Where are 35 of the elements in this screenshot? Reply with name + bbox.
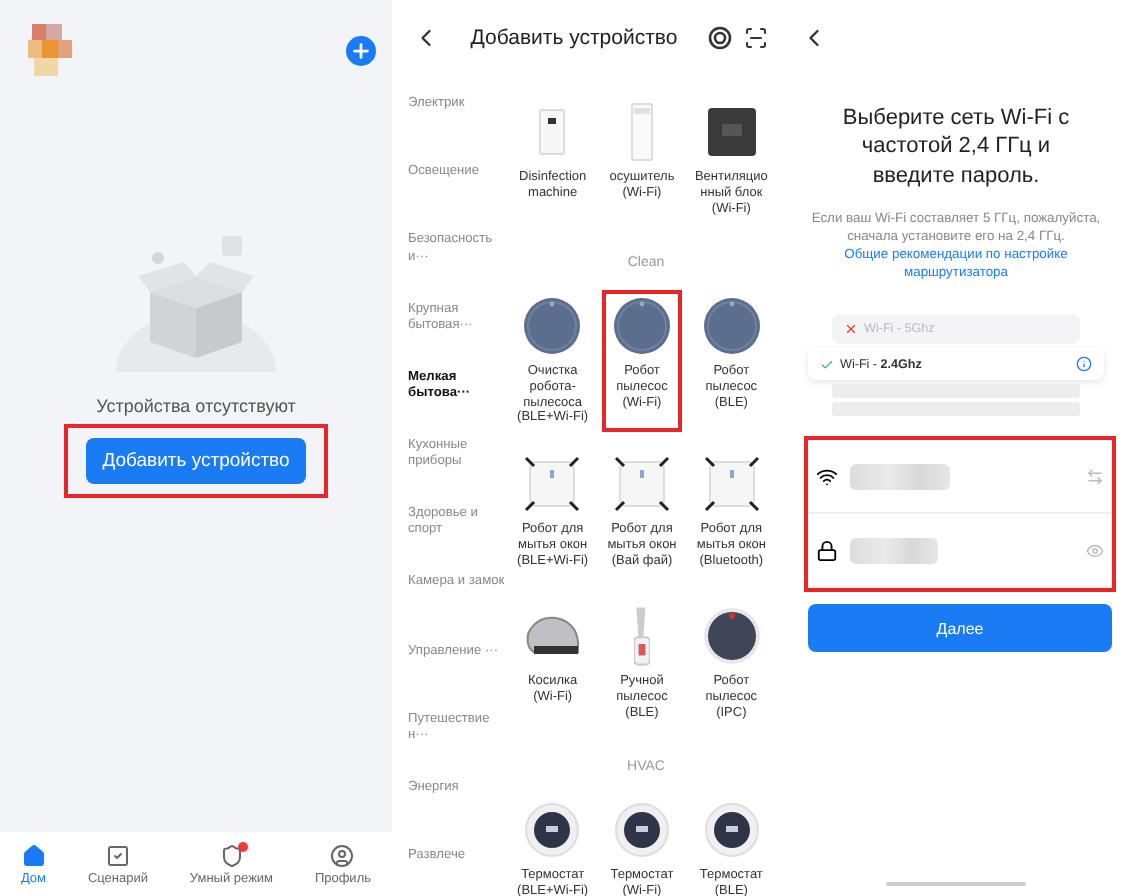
device-picture — [701, 800, 762, 861]
check-icon — [820, 357, 834, 372]
home-icon — [21, 843, 46, 867]
device-picture — [611, 296, 672, 356]
device-picture — [522, 454, 583, 515]
wifi-icon — [816, 465, 838, 488]
blurred-value — [850, 537, 938, 564]
screen-title: Выберите сеть Wi-Fi с частотой 2,4 ГГц и введите пароль. — [840, 104, 1072, 190]
scan-icon[interactable] — [744, 26, 768, 50]
device-picture — [522, 296, 583, 356]
target-button[interactable] — [708, 26, 732, 50]
home-indicator — [886, 882, 1026, 886]
user-icon — [330, 843, 355, 867]
next-button[interactable]: Далее — [808, 604, 1112, 653]
device-picture — [611, 800, 672, 861]
device-picture — [701, 296, 762, 356]
screen-title: Добавить устройство — [468, 26, 680, 50]
notification-dot — [237, 841, 248, 851]
cross-icon — [844, 322, 858, 337]
checkbox-icon — [105, 843, 130, 867]
device-picture — [522, 800, 583, 861]
avatar-picture[interactable] — [28, 24, 72, 76]
device-picture — [633, 606, 650, 667]
add-device-button[interactable]: Добавить устройство — [86, 438, 306, 484]
device-picture — [611, 454, 672, 515]
add-button[interactable] — [346, 35, 376, 65]
plus-icon — [350, 39, 372, 61]
shield-icon — [219, 843, 244, 867]
lock-icon — [816, 539, 838, 562]
device-picture — [701, 454, 762, 515]
info-icon — [1076, 356, 1092, 373]
blurred-value — [850, 463, 950, 490]
target-icon — [708, 26, 732, 50]
device-picture — [701, 606, 762, 667]
empty-state-text: Устройства отсутствуют — [96, 396, 296, 416]
